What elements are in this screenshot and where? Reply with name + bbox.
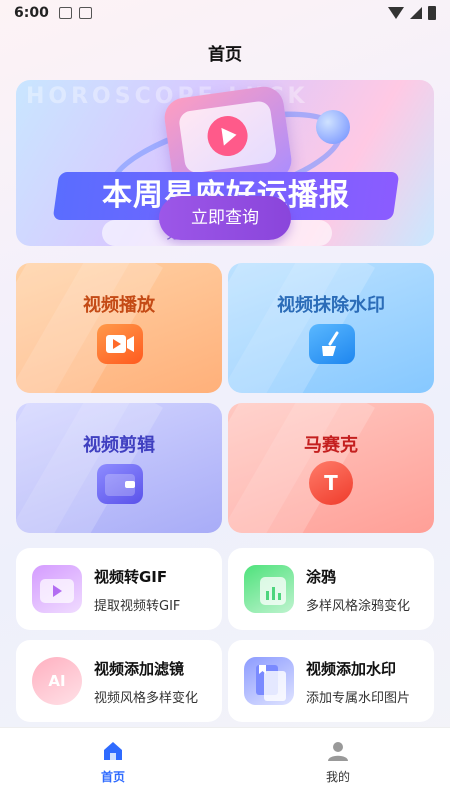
remove-watermark-label: 视频抹除水印: [277, 295, 385, 316]
ai-glyph: AI: [48, 672, 66, 690]
query-now-button[interactable]: 立即查询: [159, 196, 291, 240]
image-notification-icon: [58, 7, 72, 19]
video-watermark-card[interactable]: 视频添加水印 添加专属水印图片: [228, 640, 434, 722]
video-play-icon: [97, 324, 143, 364]
status-bar: 6:00: [0, 0, 450, 26]
tool-title: 视频添加滤镜: [94, 660, 185, 678]
nav-profile[interactable]: 我的: [308, 740, 368, 785]
tool-title: 涂鸦: [306, 568, 337, 586]
tool-subtitle: 提取视频转GIF: [94, 599, 181, 614]
gif-play-glyph: [40, 579, 74, 603]
broom-glyph: [322, 331, 339, 356]
nav-home-label: 首页: [100, 770, 125, 784]
broom-icon: [309, 324, 355, 364]
video-filter-card[interactable]: AI 视频添加滤镜 视频风格多样变化: [16, 640, 222, 722]
promo-banner[interactable]: HOROSCOPE LUCK 本周星座好运播报 分享你的好运 立即查询 ✦: [16, 80, 434, 246]
tool-subtitle: 多样风格涂鸦变化: [306, 599, 411, 614]
tool-subtitle: 视频风格多样变化: [94, 691, 199, 706]
video-edit-label: 视频剪辑: [83, 435, 155, 456]
mosaic-label: 马赛克: [304, 435, 358, 456]
planet-decoration-icon: [316, 110, 350, 144]
video-camera-icon: [106, 335, 134, 353]
mosaic-glyph: T: [324, 471, 338, 495]
doodle-icon: [244, 565, 294, 613]
video-play-card[interactable]: 视频播放: [16, 263, 222, 393]
bottom-navigation: 首页 我的: [0, 727, 450, 801]
video-play-label: 视频播放: [83, 295, 155, 316]
status-time: 6:00: [14, 5, 49, 21]
gif-convert-icon: [32, 565, 82, 613]
remove-watermark-card[interactable]: 视频抹除水印: [228, 263, 434, 393]
nav-home[interactable]: 首页: [83, 740, 143, 785]
watermark-icon: [244, 657, 294, 705]
status-right: [388, 6, 436, 20]
page-title: 首页: [208, 45, 242, 65]
tool-title: 视频添加水印: [306, 660, 397, 678]
signal-icon: [410, 7, 422, 19]
nav-profile-label: 我的: [325, 770, 350, 784]
doodle-card[interactable]: 涂鸦 多样风格涂鸦变化: [228, 548, 434, 630]
wifi-icon: [388, 7, 404, 19]
sparkle-icon: ✦: [366, 240, 389, 246]
video-to-gif-card[interactable]: 视频转GIF 提取视频转GIF: [16, 548, 222, 630]
battery-icon: [428, 6, 436, 20]
profile-icon: [328, 742, 348, 761]
video-edit-card[interactable]: 视频剪辑: [16, 403, 222, 533]
mosaic-card[interactable]: 马赛克 T: [228, 403, 434, 533]
watermark-book-glyph: [256, 665, 286, 701]
a-notification-icon: [78, 7, 92, 19]
doodle-bars-glyph: [260, 577, 286, 605]
wallet-glyph: [105, 474, 135, 496]
mosaic-t-icon: T: [309, 461, 353, 505]
tool-subtitle: 添加专属水印图片: [306, 691, 411, 706]
wallet-clip-icon: [97, 464, 143, 504]
ai-filter-icon: AI: [32, 657, 82, 705]
home-icon: [104, 742, 122, 760]
tool-title: 视频转GIF: [94, 568, 168, 586]
